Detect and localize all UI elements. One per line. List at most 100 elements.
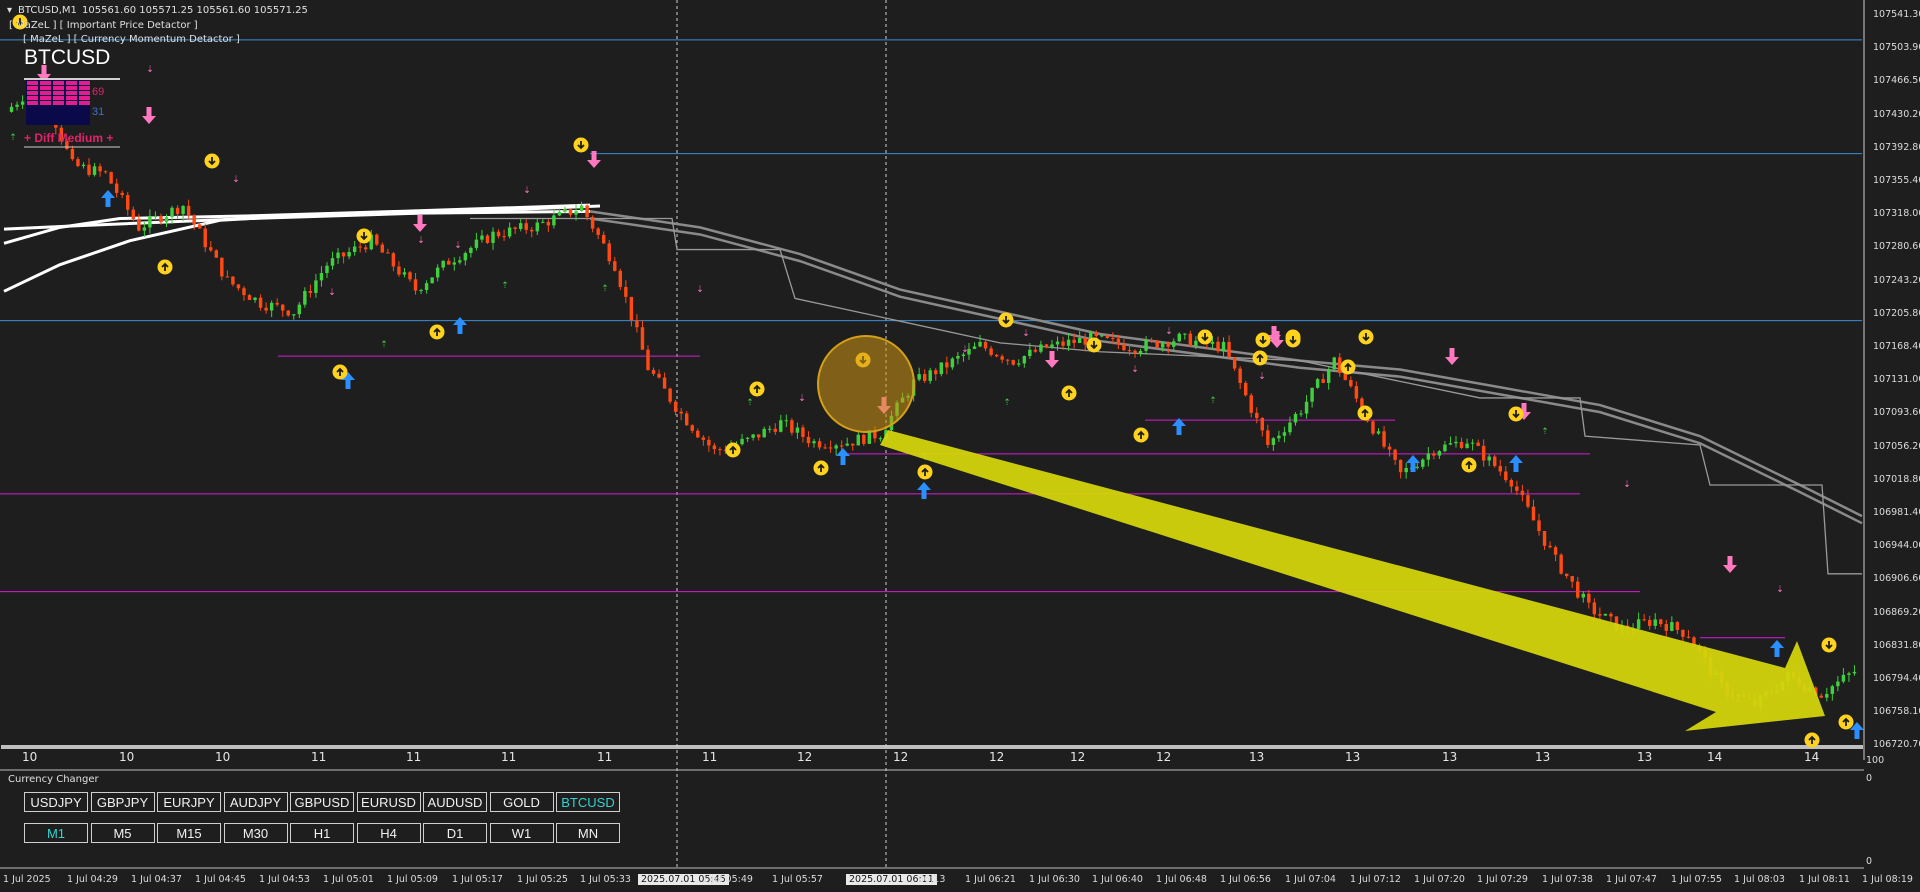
small-sell-glyph-icon: ⇣ [1165, 327, 1173, 337]
price-tick-label: 107503.90 [1873, 42, 1920, 54]
candle [823, 443, 827, 450]
pane-separator[interactable] [1, 745, 1863, 749]
candle-body [15, 104, 19, 107]
candle [92, 162, 97, 177]
meter-cell [79, 101, 90, 105]
candle [524, 219, 528, 234]
candle-body [1177, 333, 1181, 342]
candle [391, 251, 396, 272]
signal-marker-icon [204, 153, 220, 169]
candle [696, 428, 700, 439]
candle-body [1072, 339, 1076, 344]
candle [751, 433, 755, 441]
candle [590, 215, 595, 233]
candle-body [1432, 453, 1436, 456]
candle [303, 287, 307, 308]
meter-cell [40, 86, 51, 90]
timeframe-button-m15[interactable]: M15 [157, 823, 221, 843]
currency-button-btcusd[interactable]: BTCUSD [556, 792, 620, 812]
candle-body [851, 443, 855, 446]
candle [994, 353, 999, 358]
currency-button-gbpusd[interactable]: GBPUSD [290, 792, 354, 812]
timeframe-button-w1[interactable]: W1 [489, 823, 554, 843]
timeframe-button-m30[interactable]: M30 [223, 823, 288, 843]
timeframe-button-d1[interactable]: D1 [423, 823, 487, 843]
candle [1426, 447, 1431, 467]
currency-button-gold[interactable]: GOLD [489, 792, 554, 812]
candle-body [319, 273, 324, 281]
candle-body [1548, 545, 1552, 548]
candle-body [1255, 412, 1259, 418]
candle-body [839, 445, 844, 447]
timeframe-button-mn[interactable]: MN [556, 823, 620, 843]
hour-marker-label: 12 [989, 750, 1005, 764]
candle-body [1055, 341, 1060, 345]
candle-body [1509, 480, 1514, 487]
candle [1836, 676, 1840, 692]
candle-body [103, 171, 108, 173]
meter-cell [40, 101, 51, 105]
timeframe-button-m5[interactable]: M5 [90, 823, 155, 843]
candle-body [203, 228, 207, 248]
candle-body [828, 447, 833, 449]
candle [15, 101, 19, 111]
chart-menu-icon[interactable]: ▾ [7, 5, 12, 16]
candle [1299, 410, 1303, 417]
candle [1155, 339, 1159, 349]
candle-body [795, 427, 800, 433]
candle-body [823, 447, 827, 449]
candle [917, 367, 921, 382]
candle [1304, 395, 1309, 419]
candle [834, 443, 838, 456]
candle-body [1376, 431, 1381, 434]
candle-body [281, 304, 285, 311]
currency-button-gbpjpy[interactable]: GBPJPY [90, 792, 155, 812]
candle [352, 241, 357, 256]
candle-body [1636, 619, 1641, 629]
currency-button-eurjpy[interactable]: EURJPY [157, 792, 221, 812]
timeframe-button-h1[interactable]: H1 [290, 823, 354, 843]
meter-cell [40, 81, 51, 85]
candle-body [1077, 338, 1082, 344]
candle-body [768, 428, 772, 430]
timeframe-button-h4[interactable]: H4 [356, 823, 421, 843]
currency-button-eurusd[interactable]: EURUSD [356, 792, 421, 812]
candle-body [76, 159, 80, 167]
candle-body [1443, 444, 1447, 452]
candle-body [934, 370, 938, 375]
candle-body [917, 374, 921, 380]
candle-body [624, 286, 628, 297]
candle-body [1216, 341, 1220, 352]
candle-body [541, 221, 545, 223]
currency-button-usdjpy[interactable]: USDJPY [24, 792, 88, 812]
timeframe-button-m1[interactable]: M1 [24, 823, 88, 843]
candle-body [563, 209, 567, 212]
candle [109, 171, 113, 184]
price-tick-label: 106758.10 [1873, 706, 1920, 718]
currency-button-audusd[interactable]: AUDUSD [423, 792, 487, 812]
sell-signal-arrow-icon [142, 107, 156, 124]
candle [1448, 436, 1453, 446]
candle [635, 314, 639, 333]
arrow-up-shape [1770, 640, 1784, 657]
candle-body [1210, 341, 1215, 344]
candle-body [336, 252, 340, 259]
meter-cell [27, 91, 38, 95]
price-tick-label: 107243.20 [1873, 274, 1920, 286]
meter-cell [79, 96, 90, 100]
chart-window[interactable]: ⇣⇣⇣⇣⇣⇣⇣⇣⇣⇣⇣⇣⇣⇣⇣⇡⇡⇡⇡⇡⇡⇡⇡⇡ ▾ BTCUSD,M1 105… [0, 0, 1920, 892]
candle-body [264, 307, 268, 311]
currency-button-audjpy[interactable]: AUDJPY [223, 792, 288, 812]
price-chart[interactable]: ⇣⇣⇣⇣⇣⇣⇣⇣⇣⇣⇣⇣⇣⇣⇣⇡⇡⇡⇡⇡⇡⇡⇡⇡ [0, 0, 1920, 892]
candle-body [114, 183, 119, 193]
candle-body [1005, 359, 1010, 361]
buy-signal-arrow-icon [101, 190, 115, 207]
candle [458, 256, 462, 265]
candle [480, 229, 484, 243]
candle [225, 270, 230, 278]
time-tick-label: 06:13 [918, 874, 946, 885]
candle [1587, 589, 1591, 609]
candle [1260, 417, 1265, 437]
candle [1183, 333, 1187, 340]
glyph-text: ⇣ [1165, 327, 1173, 337]
